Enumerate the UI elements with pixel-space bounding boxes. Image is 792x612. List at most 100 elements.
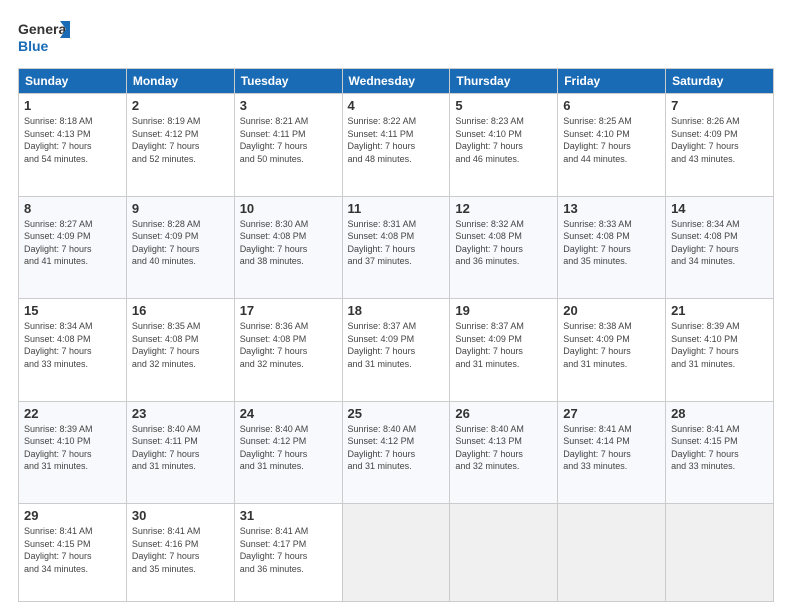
- calendar-cell: [450, 504, 558, 602]
- day-number: 2: [132, 98, 229, 113]
- day-number: 22: [24, 406, 121, 421]
- day-header-thursday: Thursday: [450, 69, 558, 94]
- calendar-row-3: 15 Sunrise: 8:34 AM Sunset: 4:08 PM Dayli…: [19, 299, 774, 402]
- day-info: Sunrise: 8:40 AM Sunset: 4:13 PM Dayligh…: [455, 423, 552, 473]
- day-info: Sunrise: 8:41 AM Sunset: 4:16 PM Dayligh…: [132, 525, 229, 575]
- day-info: Sunrise: 8:40 AM Sunset: 4:11 PM Dayligh…: [132, 423, 229, 473]
- day-number: 23: [132, 406, 229, 421]
- calendar-cell: [558, 504, 666, 602]
- svg-text:Blue: Blue: [18, 38, 49, 54]
- calendar-table: SundayMondayTuesdayWednesdayThursdayFrid…: [18, 68, 774, 602]
- day-number: 29: [24, 508, 121, 523]
- calendar-cell: 31Sunrise: 8:41 AM Sunset: 4:17 PM Dayli…: [234, 504, 342, 602]
- day-info: Sunrise: 8:40 AM Sunset: 4:12 PM Dayligh…: [348, 423, 445, 473]
- calendar-row-1: 1 Sunrise: 8:18 AM Sunset: 4:13 PM Daylig…: [19, 94, 774, 197]
- calendar-cell: 20 Sunrise: 8:38 AM Sunset: 4:09 PM Dayli…: [558, 299, 666, 402]
- day-info: Sunrise: 8:39 AM Sunset: 4:10 PM Dayligh…: [24, 423, 121, 473]
- header: GeneralBlue: [18, 18, 774, 58]
- day-info: Sunrise: 8:31 AM Sunset: 4:08 PM Dayligh…: [348, 218, 445, 268]
- day-info: Sunrise: 8:41 AM Sunset: 4:15 PM Dayligh…: [671, 423, 768, 473]
- day-number: 28: [671, 406, 768, 421]
- day-number: 13: [563, 201, 660, 216]
- calendar-cell: 23 Sunrise: 8:40 AM Sunset: 4:11 PM Dayli…: [126, 401, 234, 504]
- day-number: 15: [24, 303, 121, 318]
- day-number: 8: [24, 201, 121, 216]
- calendar-cell: 8 Sunrise: 8:27 AM Sunset: 4:09 PM Daylig…: [19, 196, 127, 299]
- day-info: Sunrise: 8:41 AM Sunset: 4:15 PM Dayligh…: [24, 525, 121, 575]
- day-info: Sunrise: 8:18 AM Sunset: 4:13 PM Dayligh…: [24, 115, 121, 165]
- calendar-cell: [342, 504, 450, 602]
- day-info: Sunrise: 8:33 AM Sunset: 4:08 PM Dayligh…: [563, 218, 660, 268]
- day-number: 6: [563, 98, 660, 113]
- day-number: 25: [348, 406, 445, 421]
- day-number: 10: [240, 201, 337, 216]
- day-header-tuesday: Tuesday: [234, 69, 342, 94]
- calendar-cell: 26 Sunrise: 8:40 AM Sunset: 4:13 PM Dayli…: [450, 401, 558, 504]
- day-header-saturday: Saturday: [666, 69, 774, 94]
- logo: GeneralBlue: [18, 18, 73, 58]
- day-info: Sunrise: 8:36 AM Sunset: 4:08 PM Dayligh…: [240, 320, 337, 370]
- day-number: 12: [455, 201, 552, 216]
- day-number: 20: [563, 303, 660, 318]
- day-number: 14: [671, 201, 768, 216]
- day-number: 19: [455, 303, 552, 318]
- day-info: Sunrise: 8:40 AM Sunset: 4:12 PM Dayligh…: [240, 423, 337, 473]
- calendar-cell: [666, 504, 774, 602]
- day-info: Sunrise: 8:19 AM Sunset: 4:12 PM Dayligh…: [132, 115, 229, 165]
- day-info: Sunrise: 8:37 AM Sunset: 4:09 PM Dayligh…: [348, 320, 445, 370]
- calendar-header-row: SundayMondayTuesdayWednesdayThursdayFrid…: [19, 69, 774, 94]
- calendar-cell: 11 Sunrise: 8:31 AM Sunset: 4:08 PM Dayli…: [342, 196, 450, 299]
- day-number: 31: [240, 508, 337, 523]
- day-info: Sunrise: 8:39 AM Sunset: 4:10 PM Dayligh…: [671, 320, 768, 370]
- day-info: Sunrise: 8:35 AM Sunset: 4:08 PM Dayligh…: [132, 320, 229, 370]
- calendar-cell: 22 Sunrise: 8:39 AM Sunset: 4:10 PM Dayli…: [19, 401, 127, 504]
- calendar-cell: 19 Sunrise: 8:37 AM Sunset: 4:09 PM Dayli…: [450, 299, 558, 402]
- calendar-cell: 3Sunrise: 8:21 AM Sunset: 4:11 PM Daylig…: [234, 94, 342, 197]
- calendar-cell: 17 Sunrise: 8:36 AM Sunset: 4:08 PM Dayli…: [234, 299, 342, 402]
- day-number: 4: [348, 98, 445, 113]
- day-info: Sunrise: 8:30 AM Sunset: 4:08 PM Dayligh…: [240, 218, 337, 268]
- day-header-friday: Friday: [558, 69, 666, 94]
- calendar-cell: 10 Sunrise: 8:30 AM Sunset: 4:08 PM Dayli…: [234, 196, 342, 299]
- day-info: Sunrise: 8:34 AM Sunset: 4:08 PM Dayligh…: [24, 320, 121, 370]
- day-info: Sunrise: 8:26 AM Sunset: 4:09 PM Dayligh…: [671, 115, 768, 165]
- calendar-cell: 21 Sunrise: 8:39 AM Sunset: 4:10 PM Dayli…: [666, 299, 774, 402]
- calendar-cell: 14 Sunrise: 8:34 AM Sunset: 4:08 PM Dayli…: [666, 196, 774, 299]
- day-number: 26: [455, 406, 552, 421]
- day-info: Sunrise: 8:37 AM Sunset: 4:09 PM Dayligh…: [455, 320, 552, 370]
- calendar-cell: 28 Sunrise: 8:41 AM Sunset: 4:15 PM Dayli…: [666, 401, 774, 504]
- day-number: 11: [348, 201, 445, 216]
- calendar-cell: 7 Sunrise: 8:26 AM Sunset: 4:09 PM Daylig…: [666, 94, 774, 197]
- day-number: 5: [455, 98, 552, 113]
- day-info: Sunrise: 8:32 AM Sunset: 4:08 PM Dayligh…: [455, 218, 552, 268]
- calendar-cell: 30Sunrise: 8:41 AM Sunset: 4:16 PM Dayli…: [126, 504, 234, 602]
- day-info: Sunrise: 8:21 AM Sunset: 4:11 PM Dayligh…: [240, 115, 337, 165]
- day-info: Sunrise: 8:28 AM Sunset: 4:09 PM Dayligh…: [132, 218, 229, 268]
- calendar-cell: 15 Sunrise: 8:34 AM Sunset: 4:08 PM Dayli…: [19, 299, 127, 402]
- day-info: Sunrise: 8:23 AM Sunset: 4:10 PM Dayligh…: [455, 115, 552, 165]
- day-info: Sunrise: 8:38 AM Sunset: 4:09 PM Dayligh…: [563, 320, 660, 370]
- day-info: Sunrise: 8:27 AM Sunset: 4:09 PM Dayligh…: [24, 218, 121, 268]
- day-number: 1: [24, 98, 121, 113]
- day-number: 21: [671, 303, 768, 318]
- day-number: 17: [240, 303, 337, 318]
- calendar-cell: 1 Sunrise: 8:18 AM Sunset: 4:13 PM Daylig…: [19, 94, 127, 197]
- calendar-cell: 18Sunrise: 8:37 AM Sunset: 4:09 PM Dayli…: [342, 299, 450, 402]
- day-info: Sunrise: 8:41 AM Sunset: 4:14 PM Dayligh…: [563, 423, 660, 473]
- calendar-row-2: 8 Sunrise: 8:27 AM Sunset: 4:09 PM Daylig…: [19, 196, 774, 299]
- calendar-cell: 5 Sunrise: 8:23 AM Sunset: 4:10 PM Daylig…: [450, 94, 558, 197]
- calendar-row-4: 22 Sunrise: 8:39 AM Sunset: 4:10 PM Dayli…: [19, 401, 774, 504]
- day-info: Sunrise: 8:25 AM Sunset: 4:10 PM Dayligh…: [563, 115, 660, 165]
- calendar-cell: 2 Sunrise: 8:19 AM Sunset: 4:12 PM Daylig…: [126, 94, 234, 197]
- day-header-monday: Monday: [126, 69, 234, 94]
- day-header-wednesday: Wednesday: [342, 69, 450, 94]
- day-number: 7: [671, 98, 768, 113]
- day-header-sunday: Sunday: [19, 69, 127, 94]
- day-info: Sunrise: 8:34 AM Sunset: 4:08 PM Dayligh…: [671, 218, 768, 268]
- calendar-cell: 13 Sunrise: 8:33 AM Sunset: 4:08 PM Dayli…: [558, 196, 666, 299]
- calendar-cell: 25 Sunrise: 8:40 AM Sunset: 4:12 PM Dayli…: [342, 401, 450, 504]
- day-info: Sunrise: 8:22 AM Sunset: 4:11 PM Dayligh…: [348, 115, 445, 165]
- calendar-cell: 6 Sunrise: 8:25 AM Sunset: 4:10 PM Daylig…: [558, 94, 666, 197]
- calendar-row-5: 29 Sunrise: 8:41 AM Sunset: 4:15 PM Dayli…: [19, 504, 774, 602]
- day-number: 9: [132, 201, 229, 216]
